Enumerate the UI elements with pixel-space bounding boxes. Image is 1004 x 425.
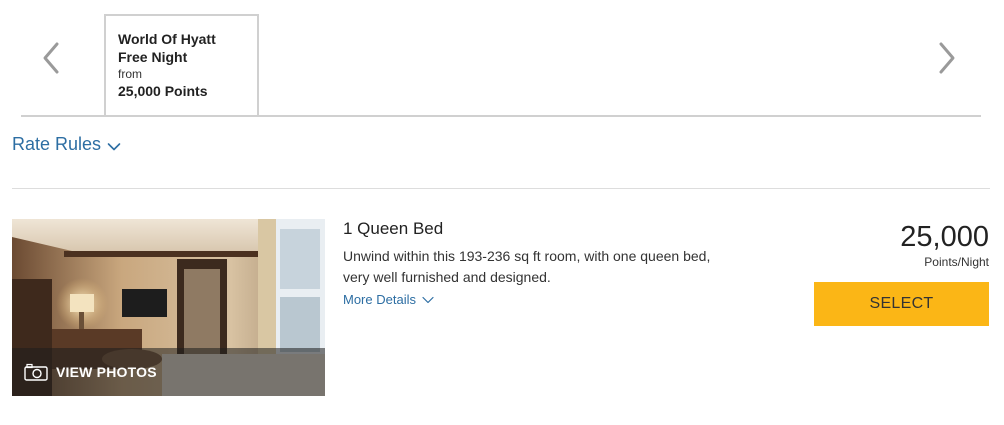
rate-tab-price: 25,000 Points — [118, 83, 208, 99]
section-divider — [12, 188, 990, 189]
rate-rules-label: Rate Rules — [12, 134, 102, 154]
rate-tab-name: World Of Hyatt Free Night — [118, 31, 216, 65]
room-description: Unwind within this 193-236 sq ft room, w… — [343, 248, 711, 285]
chevron-right-icon — [939, 42, 955, 74]
camera-icon — [24, 363, 48, 381]
view-photos-label: VIEW PHOTOS — [56, 364, 157, 380]
rate-tab-from-label: from — [118, 67, 142, 81]
tabs-next-button[interactable] — [932, 38, 962, 78]
chevron-down-icon — [422, 296, 434, 303]
chevron-down-icon — [107, 142, 121, 150]
price-block: 25,000 Points/Night — [900, 220, 989, 270]
select-button[interactable]: SELECT — [814, 282, 989, 326]
room-photo[interactable]: VIEW PHOTOS — [12, 219, 325, 396]
more-details-link[interactable]: More Details — [343, 292, 434, 307]
more-details-label: More Details — [343, 292, 416, 307]
tab-baseline-divider — [21, 115, 981, 117]
tabs-prev-button[interactable] — [36, 38, 66, 78]
view-photos-bar[interactable]: VIEW PHOTOS — [12, 348, 325, 396]
rate-tab-free-night[interactable]: World Of Hyatt Free Night from 25,000 Po… — [104, 14, 259, 117]
rate-rules-toggle[interactable]: Rate Rules — [12, 134, 121, 155]
room-price-unit: Points/Night — [924, 255, 989, 269]
rate-tab-strip: World Of Hyatt Free Night from 25,000 Po… — [0, 0, 1004, 118]
room-title: 1 Queen Bed — [343, 219, 444, 238]
room-price: 25,000 — [900, 221, 989, 253]
chevron-left-icon — [43, 42, 59, 74]
room-rates-page: World Of Hyatt Free Night from 25,000 Po… — [0, 0, 1004, 425]
